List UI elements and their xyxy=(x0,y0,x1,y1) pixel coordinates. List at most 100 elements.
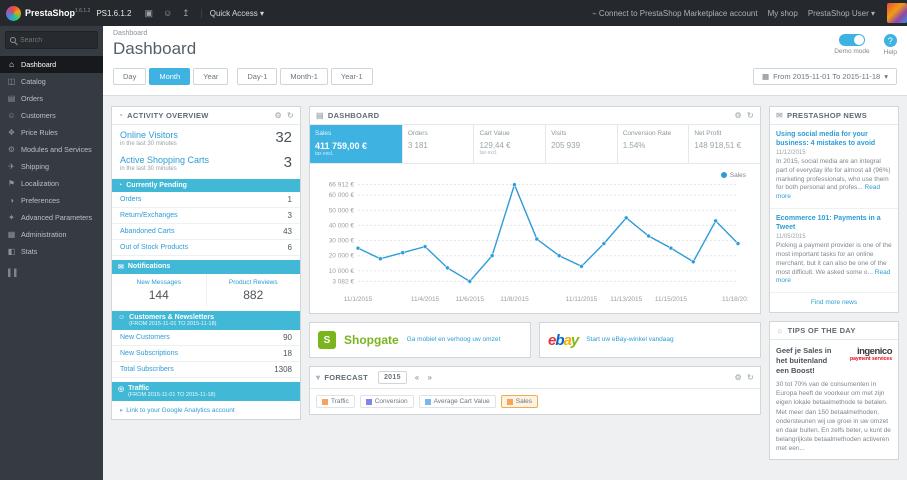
cart-icon[interactable]: ▣ xyxy=(144,8,153,19)
active-carts-link[interactable]: Active Shopping Carts xyxy=(120,155,209,165)
shopgate-promo[interactable]: S Shopgate Ga mobiel en verhoog uw omzet xyxy=(309,322,531,358)
shipping-icon: ✈ xyxy=(8,162,15,171)
range-day-button[interactable]: Day xyxy=(113,68,147,85)
svg-text:11/11/2015: 11/11/2015 xyxy=(566,296,598,303)
forecast-chip-traffic[interactable]: Traffic xyxy=(316,395,355,408)
dashboard-content: ◔ ACTIVITY OVERVIEW ⚙ ↻ Online Visitors i… xyxy=(103,96,907,478)
forecast-chip-sales[interactable]: Sales xyxy=(500,395,538,408)
main-content: Dashboard Dashboard Demo mode ? Help Day… xyxy=(103,26,907,480)
gear-icon[interactable]: ⚙ xyxy=(735,373,742,382)
traffic-color-icon xyxy=(322,398,328,405)
product-reviews-link[interactable]: Product Reviews xyxy=(209,279,299,286)
ebay-promo[interactable]: ebay Start uw eBay-winkel vandaag xyxy=(539,322,761,358)
sidebar-item-shipping[interactable]: ✈ Shipping xyxy=(0,158,103,175)
link-icon: ▸ xyxy=(120,407,124,414)
sidebar-item-localization[interactable]: ⚑ Localization xyxy=(0,175,103,192)
new-customers-link[interactable]: New Customers xyxy=(120,334,170,341)
pending-returns-link[interactable]: Return/Exchanges xyxy=(120,212,178,219)
addons-icon[interactable]: ↥ xyxy=(182,8,190,19)
collapse-sidebar-button[interactable]: ▌▌ xyxy=(0,260,103,287)
new-subscriptions-link[interactable]: New Subscriptions xyxy=(120,350,178,357)
refresh-icon[interactable]: ↻ xyxy=(287,111,294,120)
refresh-icon[interactable]: ↻ xyxy=(747,373,754,382)
article-title-link[interactable]: Ecommerce 101: Payments in a Tweet xyxy=(776,214,892,232)
gear-icon[interactable]: ⚙ xyxy=(275,111,282,120)
traffic-header: ◎ Traffic (FROM 2015-11-01 TO 2015-11-18) xyxy=(112,382,300,401)
sidebar-nav: ⌂ Dashboard ◫ Catalog ▤ Orders ☺ Customers ❖… xyxy=(0,56,103,260)
forecast-panel-title: FORECAST xyxy=(324,373,368,382)
date-range-picker[interactable]: ▦ From 2015-11-01 To 2015-11-18 ▾ xyxy=(752,68,897,85)
online-visitors-link[interactable]: Online Visitors xyxy=(120,130,178,140)
marketplace-connect-link[interactable]: ⌁ Connect to PrestaShop Marketplace accou… xyxy=(592,9,758,18)
new-messages-link[interactable]: New Messages xyxy=(114,279,204,286)
dashboard-panel: ▤ DASHBOARD ⚙ ↻ Sales 411 759,00 € tax ex… xyxy=(309,106,761,314)
shopgate-link[interactable]: Ga mobiel en verhoog uw omzet xyxy=(407,336,501,344)
sidebar-item-stats[interactable]: ◧ Stats xyxy=(0,243,103,260)
news-article: Using social media for your business: 4 … xyxy=(770,125,898,210)
sidebar-search[interactable] xyxy=(5,31,98,49)
sidebar-item-catalog[interactable]: ◫ Catalog xyxy=(0,73,103,90)
range-month-button[interactable]: Month xyxy=(149,68,191,85)
kpi-net-profit[interactable]: Net Profit 148 918,51 € xyxy=(689,125,760,163)
refresh-icon[interactable]: ↻ xyxy=(747,111,754,120)
quick-access-menu[interactable]: Quick Access ▾ xyxy=(200,8,264,18)
range-year-1-button[interactable]: Year-1 xyxy=(330,68,373,85)
chart-legend[interactable]: Sales xyxy=(720,172,746,179)
profile-icon[interactable]: ☺ xyxy=(163,8,172,18)
forecast-chip-conversion[interactable]: Conversion xyxy=(359,395,414,408)
prev-year-button[interactable]: « xyxy=(415,373,420,382)
sidebar-item-administration[interactable]: ▦ Administration xyxy=(0,226,103,243)
catalog-icon: ◫ xyxy=(7,77,16,86)
kpi-conversion-rate[interactable]: Conversion Rate 1.54% xyxy=(618,125,690,163)
help-icon[interactable]: ? xyxy=(883,34,897,47)
sidebar-item-dashboard[interactable]: ⌂ Dashboard xyxy=(0,56,103,73)
connect-icon: ⌁ xyxy=(592,8,597,18)
forecast-chip-average-cart-value[interactable]: Average Cart Value xyxy=(418,395,496,408)
abandoned-carts-link[interactable]: Abandoned Carts xyxy=(120,228,174,235)
range-month-1-button[interactable]: Month-1 xyxy=(280,68,328,85)
brand-name: PrestaShop1.6.1.2 xyxy=(25,8,91,18)
find-more-news-link[interactable]: Find more news xyxy=(770,293,898,312)
ingenico-logo: ingenico payment services xyxy=(850,346,892,363)
sidebar-item-orders[interactable]: ▤ Orders xyxy=(0,90,103,107)
range-year-button[interactable]: Year xyxy=(193,68,229,85)
google-analytics-link[interactable]: ▸ Link to your Google Analytics account xyxy=(112,401,300,419)
shopgate-name: Shopgate xyxy=(344,333,399,347)
kpi-cart-value[interactable]: Cart Value 129,44 € tax excl. xyxy=(474,125,547,163)
search-input[interactable] xyxy=(20,36,93,44)
ebay-link[interactable]: Start uw eBay-winkel vandaag xyxy=(586,336,673,344)
shopgate-logo-icon: S xyxy=(318,331,336,349)
pending-row-orders: Orders 1 xyxy=(112,192,300,208)
my-shop-link[interactable]: My shop xyxy=(768,9,798,18)
forecast-year-select[interactable]: 2015 xyxy=(377,371,407,384)
article-title-link[interactable]: Using social media for your business: 4 … xyxy=(776,130,892,148)
globe-icon: ◎ xyxy=(118,386,125,393)
help-control: ? Help xyxy=(884,34,897,56)
range-day-1-button[interactable]: Day-1 xyxy=(237,68,278,85)
activity-overview-panel: ◔ ACTIVITY OVERVIEW ⚙ ↻ Online Visitors i… xyxy=(111,106,301,420)
user-menu[interactable]: PrestaShop User ▾ xyxy=(808,9,875,18)
gear-icon[interactable]: ⚙ xyxy=(735,111,742,120)
total-subscribers-link[interactable]: Total Subscribers xyxy=(120,366,174,373)
next-year-button[interactable]: » xyxy=(428,373,433,382)
activity-panel-title: ACTIVITY OVERVIEW xyxy=(127,111,209,120)
advanced-parameters-icon: ✦ xyxy=(8,213,15,222)
sidebar-item-modules[interactable]: ⚙ Modules and Services xyxy=(0,141,103,158)
svg-text:11/4/2015: 11/4/2015 xyxy=(411,296,440,303)
kpi-sales[interactable]: Sales 411 759,00 € tax excl. xyxy=(310,125,403,163)
sidebar-item-customers[interactable]: ☺ Customers xyxy=(0,107,103,124)
legend-dot-icon xyxy=(720,172,727,178)
out-of-stock-link[interactable]: Out of Stock Products xyxy=(120,244,188,251)
kpi-orders[interactable]: Orders 3 181 xyxy=(403,125,475,163)
demo-mode-toggle[interactable] xyxy=(838,34,865,46)
dashboard-icon: ⌂ xyxy=(9,60,14,69)
prestashop-news-panel: ✉ PRESTASHOP NEWS Using social media for… xyxy=(769,106,899,314)
kpi-visits[interactable]: Visits 205 939 xyxy=(546,125,618,163)
pending-orders-link[interactable]: Orders xyxy=(120,196,141,203)
price-rules-icon: ❖ xyxy=(7,128,16,137)
sidebar-item-advanced-parameters[interactable]: ✦ Advanced Parameters xyxy=(0,209,103,226)
chevron-down-icon: ▾ xyxy=(259,8,264,18)
user-avatar[interactable] xyxy=(887,3,907,23)
sidebar-item-preferences[interactable]: ◑ Preferences xyxy=(0,192,103,209)
sidebar-item-price-rules[interactable]: ❖ Price Rules xyxy=(0,124,103,141)
